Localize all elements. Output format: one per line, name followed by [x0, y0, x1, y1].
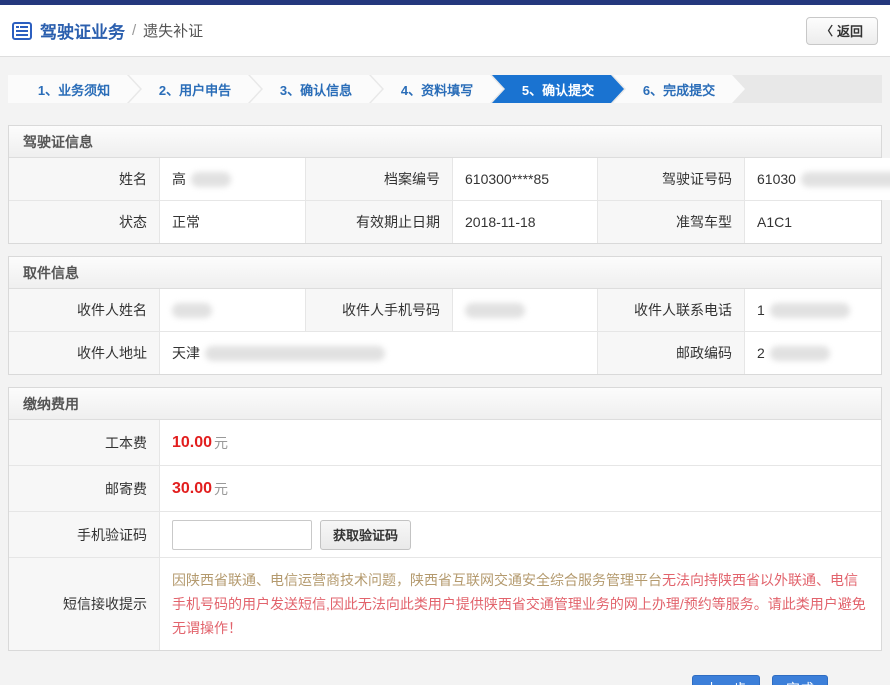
file-no-value: 610300****85 — [452, 158, 597, 200]
license-section-title: 驾驶证信息 — [9, 126, 881, 158]
step-5-confirm-submit[interactable]: 5、确认提交 — [492, 75, 624, 103]
back-button-label: 返回 — [837, 21, 863, 40]
list-icon — [12, 22, 32, 40]
name-value: 高 — [159, 158, 305, 200]
step-label: 4、资料填写 — [401, 80, 473, 99]
postcode-value: 2 — [744, 332, 881, 374]
recipient-phone-value: 1 — [744, 289, 881, 331]
footer-actions: 上一步 完成 — [8, 651, 882, 685]
expiry-value: 2018-11-18 — [452, 201, 597, 243]
sms-code-cell: 获取验证码 — [159, 512, 881, 557]
step-6-complete-submit[interactable]: 6、完成提交 — [613, 75, 745, 103]
table-row: 收件人姓名 收件人手机号码 收件人联系电话 1 — [9, 289, 881, 331]
name-text: 高 — [172, 169, 186, 189]
status-label: 状态 — [9, 201, 159, 243]
step-2-declaration[interactable]: 2、用户申告 — [129, 75, 261, 103]
table-row: 姓名 高 档案编号 610300****85 驾驶证号码 61030 — [9, 158, 881, 200]
pickup-section-title: 取件信息 — [9, 257, 881, 289]
redacted-value — [172, 303, 212, 318]
file-no-label: 档案编号 — [305, 158, 452, 200]
redacted-value — [770, 346, 830, 361]
step-label: 2、用户申告 — [159, 80, 231, 99]
postage-fee-value: 30.00 元 — [159, 466, 881, 511]
redacted-value — [770, 303, 850, 318]
page-header: 驾驶证业务 / 遗失补证 〈 返回 — [0, 5, 890, 57]
status-value: 正常 — [159, 201, 305, 243]
step-4-fill-data[interactable]: 4、资料填写 — [371, 75, 503, 103]
breadcrumb-current: 遗失补证 — [143, 20, 203, 41]
step-1-notice[interactable]: 1、业务须知 — [8, 75, 140, 103]
table-row: 手机验证码 获取验证码 — [9, 511, 881, 557]
production-fee-label: 工本费 — [9, 420, 159, 465]
table-row: 状态 正常 有效期止日期 2018-11-18 准驾车型 A1C1 — [9, 200, 881, 243]
payment-section: 缴纳费用 工本费 10.00 元 邮寄费 30.00 元 手机验证码 获取验证码… — [8, 387, 882, 651]
table-row: 收件人地址 天津 邮政编码 2 — [9, 331, 881, 374]
chevron-left-icon: 〈 — [821, 22, 833, 39]
sms-tip-text: 因陕西省联通、电信运营商技术问题，陕西省互联网交通安全综合服务管理平台无法向持陕… — [172, 558, 869, 650]
production-fee-amount: 10.00 — [172, 434, 212, 452]
phone-text: 1 — [757, 302, 765, 318]
fee-unit: 元 — [214, 479, 228, 499]
sms-code-input[interactable] — [172, 520, 312, 550]
redacted-value — [191, 172, 231, 187]
license-no-value: 61030 — [744, 158, 890, 200]
vehicle-type-value: A1C1 — [744, 201, 881, 243]
fee-unit: 元 — [214, 433, 228, 453]
page-body: 1、业务须知 2、用户申告 3、确认信息 4、资料填写 5、确认提交 6、完成提… — [0, 57, 890, 685]
table-row: 短信接收提示 因陕西省联通、电信运营商技术问题，陕西省互联网交通安全综合服务管理… — [9, 557, 881, 650]
postcode-text: 2 — [757, 345, 765, 361]
postage-fee-amount: 30.00 — [172, 480, 212, 498]
recipient-address-value: 天津 — [159, 332, 597, 374]
production-fee-value: 10.00 元 — [159, 420, 881, 465]
redacted-value — [801, 172, 890, 187]
table-row: 邮寄费 30.00 元 — [9, 465, 881, 511]
license-info-section: 驾驶证信息 姓名 高 档案编号 610300****85 驾驶证号码 61030… — [8, 125, 882, 244]
previous-step-button[interactable]: 上一步 — [692, 675, 760, 685]
step-3-confirm-info[interactable]: 3、确认信息 — [250, 75, 382, 103]
name-label: 姓名 — [9, 158, 159, 200]
sms-code-label: 手机验证码 — [9, 512, 159, 557]
step-label: 1、业务须知 — [38, 80, 110, 99]
back-button[interactable]: 〈 返回 — [806, 17, 878, 45]
recipient-address-label: 收件人地址 — [9, 332, 159, 374]
postcode-label: 邮政编码 — [597, 332, 744, 374]
step-label: 3、确认信息 — [280, 80, 352, 99]
postage-fee-label: 邮寄费 — [9, 466, 159, 511]
redacted-value — [205, 346, 385, 361]
payment-section-title: 缴纳费用 — [9, 388, 881, 420]
sms-tip-label: 短信接收提示 — [9, 558, 159, 650]
breadcrumb-divider: / — [132, 22, 136, 39]
sms-tip-part1: 因陕西省联通、电信运营商技术问题，陕西省互联网交通安全综合服务管理平台 — [172, 572, 662, 588]
sms-tip-cell: 因陕西省联通、电信运营商技术问题，陕西省互联网交通安全综合服务管理平台无法向持陕… — [159, 558, 881, 650]
pickup-info-section: 取件信息 收件人姓名 收件人手机号码 收件人联系电话 1 收件人地址 天津 邮政… — [8, 256, 882, 375]
recipient-mobile-value — [452, 289, 597, 331]
redacted-value — [465, 303, 525, 318]
finish-button[interactable]: 完成 — [772, 675, 828, 685]
step-label: 5、确认提交 — [522, 80, 594, 99]
address-text: 天津 — [172, 343, 200, 363]
step-progress-bar: 1、业务须知 2、用户申告 3、确认信息 4、资料填写 5、确认提交 6、完成提… — [8, 75, 882, 103]
recipient-phone-label: 收件人联系电话 — [597, 289, 744, 331]
license-no-label: 驾驶证号码 — [597, 158, 744, 200]
step-label: 6、完成提交 — [643, 80, 715, 99]
expiry-label: 有效期止日期 — [305, 201, 452, 243]
vehicle-type-label: 准驾车型 — [597, 201, 744, 243]
recipient-mobile-label: 收件人手机号码 — [305, 289, 452, 331]
table-row: 工本费 10.00 元 — [9, 420, 881, 465]
recipient-name-label: 收件人姓名 — [9, 289, 159, 331]
recipient-name-value — [159, 289, 305, 331]
get-code-button[interactable]: 获取验证码 — [320, 520, 411, 550]
page-title[interactable]: 驾驶证业务 — [40, 18, 125, 43]
license-no-text: 61030 — [757, 171, 796, 187]
